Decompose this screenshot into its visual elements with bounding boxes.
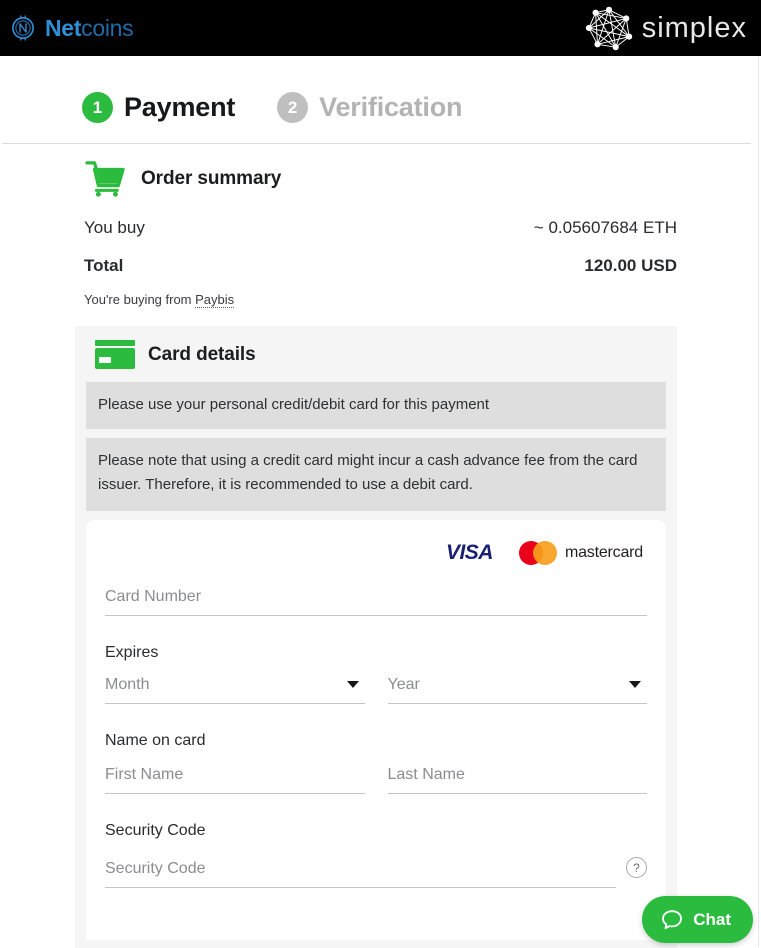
accepted-cards: VISA mastercard	[105, 538, 647, 568]
card-details-title: Card details	[148, 343, 256, 365]
name-row	[105, 760, 647, 794]
mastercard-logo-icon: mastercard	[518, 541, 643, 565]
credit-card-icon	[95, 340, 135, 369]
step-payment-label: Payment	[124, 92, 236, 122]
step-verification-number: 2	[277, 92, 309, 123]
chat-widget-button[interactable]: Chat	[642, 896, 753, 943]
simplex-wordmark: simplex	[641, 11, 747, 44]
order-summary-header: Order summary	[84, 144, 677, 198]
expires-label: Expires	[105, 644, 159, 661]
visa-logo-icon: VISA	[445, 541, 494, 564]
page-scroll-edge	[758, 56, 759, 946]
simplex-network-icon	[585, 6, 632, 51]
netcoins-logo[interactable]: Netcoins	[8, 13, 134, 43]
name-on-card-label: Name on card	[105, 732, 206, 749]
order-row-total: Total 120.00 USD	[84, 256, 677, 276]
card-number-field	[105, 584, 647, 616]
card-details-section: Card details Please use your personal cr…	[75, 326, 677, 948]
netcoins-logo-icon	[12, 15, 34, 41]
expiry-row: Month Year	[105, 672, 647, 704]
last-name-field	[387, 762, 647, 794]
order-row-you-buy: You buy ~ 0.05607684 ETH	[84, 218, 677, 238]
chat-widget-label: Chat	[693, 909, 731, 929]
security-code-input[interactable]	[105, 856, 616, 888]
security-code-field	[105, 856, 616, 888]
notice-credit-card-fee: Please note that using a credit card mig…	[86, 438, 666, 511]
buying-from-prefix: You're buying from	[84, 292, 196, 307]
chevron-down-icon	[629, 681, 641, 688]
mastercard-circles	[518, 541, 557, 565]
step-payment-number: 1	[82, 92, 113, 123]
order-summary-section: Order summary You buy ~ 0.05607684 ETH T…	[0, 144, 761, 308]
netcoins-word-coins: coins	[81, 14, 134, 41]
last-name-input[interactable]	[387, 762, 647, 794]
expiry-month-value: Month	[105, 676, 150, 693]
mastercard-orange-circle	[532, 541, 557, 565]
expiry-year-select[interactable]: Year	[387, 672, 647, 704]
netcoins-word-net: Net	[45, 14, 82, 41]
netcoins-wordmark: Netcoins	[45, 14, 134, 41]
you-buy-value: ~ 0.05607684 ETH	[533, 218, 677, 237]
merchant-name[interactable]: Paybis	[195, 292, 235, 308]
simplex-logo[interactable]: simplex	[584, 5, 747, 51]
chevron-down-icon	[346, 681, 359, 688]
security-code-help-icon[interactable]: ?	[626, 857, 647, 878]
expiry-year-value: Year	[387, 676, 420, 693]
order-summary-title: Order summary	[141, 168, 282, 189]
mastercard-label: mastercard	[564, 544, 643, 561]
card-details-header: Card details	[86, 340, 666, 382]
step-verification[interactable]: 2 Verification	[277, 92, 463, 123]
card-number-input[interactable]	[105, 584, 647, 616]
first-name-field	[105, 762, 365, 794]
security-code-label: Security Code	[105, 822, 206, 839]
total-label: Total	[84, 256, 124, 275]
buying-from-note: You're buying from Paybis	[84, 292, 677, 308]
step-verification-label: Verification	[319, 92, 463, 122]
checkout-steps: 1 Payment 2 Verification	[0, 56, 761, 123]
site-header: Netcoins simplex	[0, 0, 761, 56]
card-form: VISA mastercard Expires Month Year	[86, 520, 666, 940]
notice-personal-card: Please use your personal credit/debit ca…	[86, 382, 666, 429]
shopping-cart-icon	[85, 161, 125, 197]
first-name-input[interactable]	[105, 762, 365, 794]
you-buy-label: You buy	[84, 218, 145, 237]
security-code-row: ?	[105, 840, 647, 888]
step-payment[interactable]: 1 Payment	[82, 92, 235, 123]
chat-bubble-icon	[662, 909, 683, 929]
total-value: 120.00 USD	[584, 256, 677, 275]
expiry-month-select[interactable]: Month	[105, 672, 365, 704]
